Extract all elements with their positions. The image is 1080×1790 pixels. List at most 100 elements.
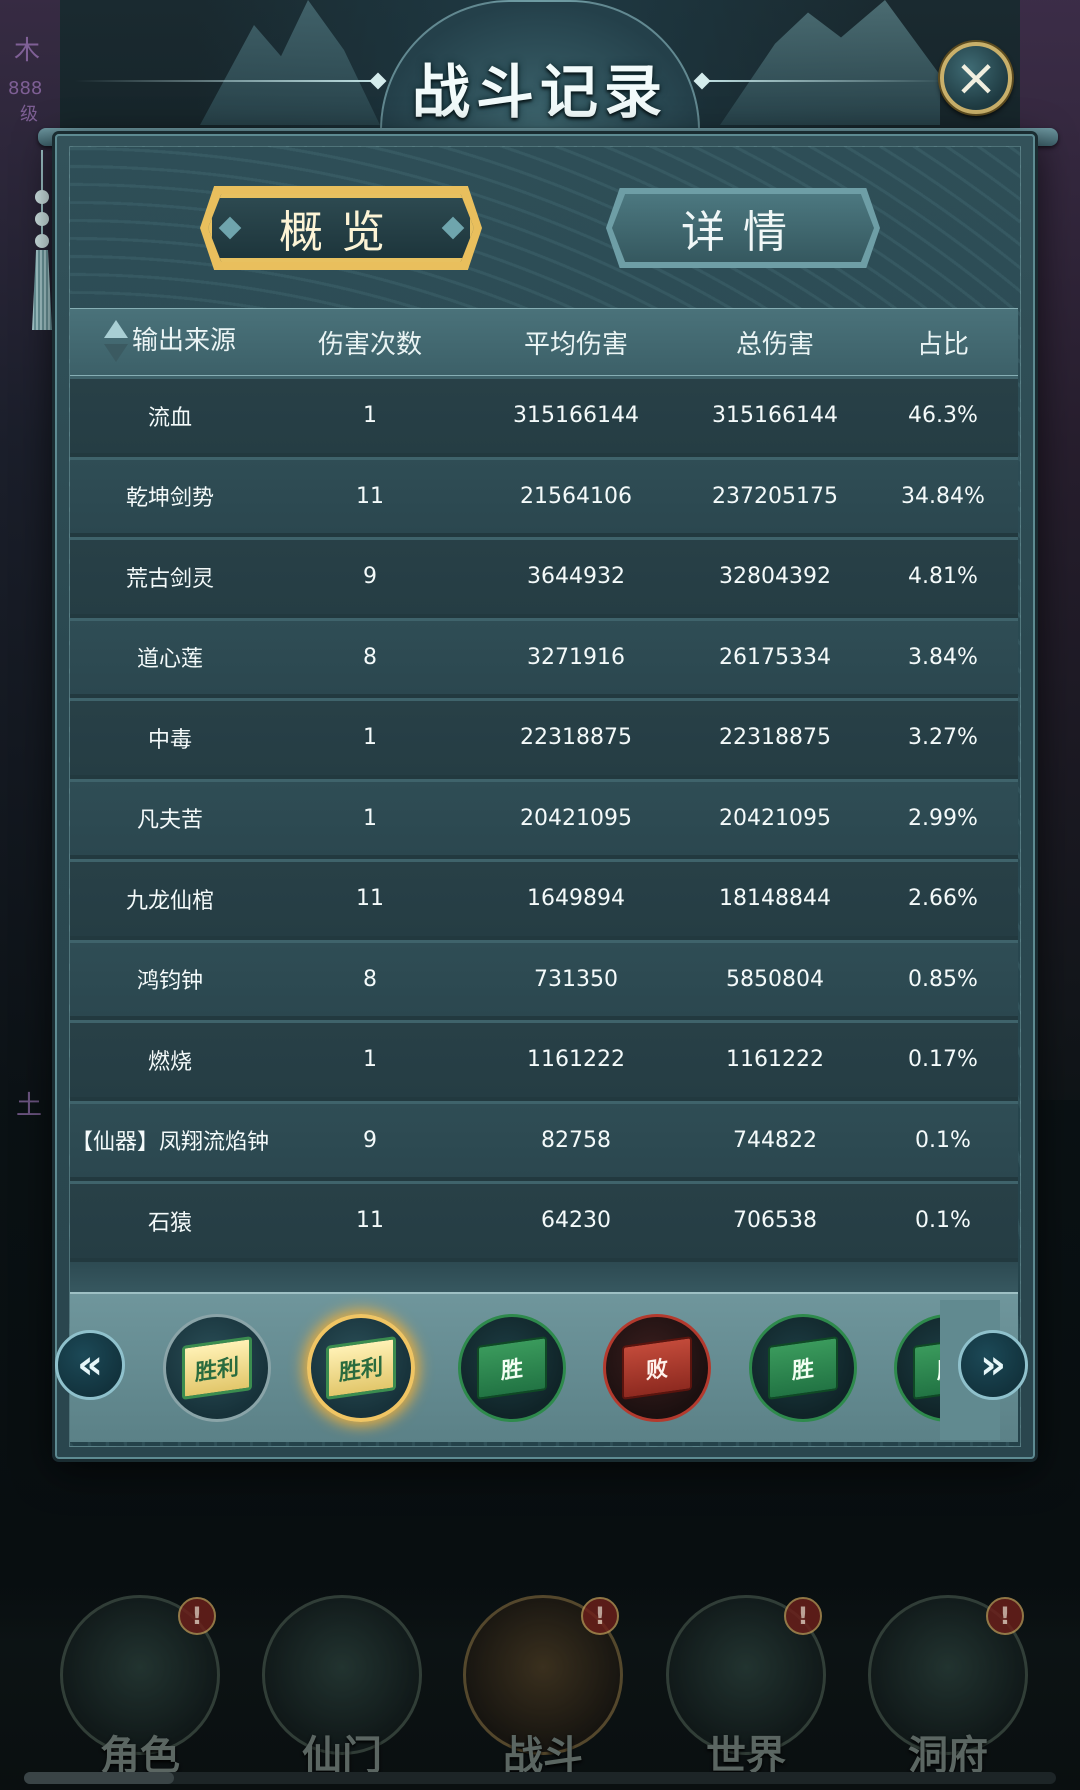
nav-cave[interactable]: ! 洞府 xyxy=(868,1595,1028,1779)
cell-percent: 4.81% xyxy=(908,564,978,590)
battle-record-item[interactable]: 胜 xyxy=(458,1314,566,1422)
cell-percent: 0.17% xyxy=(908,1047,978,1073)
next-battle-button[interactable]: » xyxy=(958,1330,1028,1400)
cell-hits: 1 xyxy=(363,403,377,429)
dialog-title: 战斗记录 xyxy=(411,58,668,126)
cell-total: 20421095 xyxy=(719,805,831,831)
tab-detail-label: 详情 xyxy=(681,207,805,258)
battle-record-item-selected[interactable]: 胜利 xyxy=(307,1314,415,1422)
cell-average: 21564106 xyxy=(520,483,632,509)
header-label: 平均伤害 xyxy=(523,329,628,360)
cell-average: 1649894 xyxy=(527,886,625,912)
cell-total: 32804392 xyxy=(719,564,831,590)
cell-total: 22318875 xyxy=(719,725,831,751)
cell-percent: 46.3% xyxy=(908,403,978,429)
nav-sect[interactable]: 仙门 xyxy=(262,1595,422,1779)
double-chevron-right-icon: » xyxy=(980,1342,1006,1388)
nav-world[interactable]: ! 世界 xyxy=(666,1595,826,1779)
alert-badge: ! xyxy=(581,1597,619,1635)
table-row: 荒古剑灵 9 3644932 32804392 4.81% xyxy=(70,537,1018,618)
header-label: 总伤害 xyxy=(735,329,814,360)
cell-average: 3271916 xyxy=(527,644,625,670)
cell-source: 流血 xyxy=(147,405,192,431)
cell-average: 1161222 xyxy=(527,1047,625,1073)
cell-total: 5850804 xyxy=(726,966,824,992)
header-label: 占比 xyxy=(916,329,969,360)
cell-total: 706538 xyxy=(733,1208,817,1234)
cell-average: 731350 xyxy=(534,966,618,992)
cell-hits: 8 xyxy=(363,644,377,670)
cell-average: 3644932 xyxy=(527,564,625,590)
tab-overview-label: 概览 xyxy=(279,207,403,258)
background-text: 888 xyxy=(8,78,43,99)
battle-record-item[interactable]: 胜利 xyxy=(163,1314,271,1422)
table-row: 石猿 11 64230 706538 0.1% xyxy=(70,1181,1018,1262)
cell-source: 九龙仙棺 xyxy=(125,888,214,914)
nav-battle[interactable]: ! 战斗 xyxy=(463,1595,623,1779)
cell-hits: 11 xyxy=(356,1208,384,1234)
win-book-icon: 胜 xyxy=(477,1336,547,1400)
cell-hits: 11 xyxy=(356,886,384,912)
close-icon: × xyxy=(954,48,998,108)
battle-record-item[interactable]: 胜 xyxy=(749,1314,857,1422)
cell-percent: 34.84% xyxy=(901,483,985,509)
win-book-icon: 胜 xyxy=(768,1336,838,1400)
cell-hits: 9 xyxy=(363,1127,377,1153)
cell-hits: 9 xyxy=(363,564,377,590)
cell-total: 18148844 xyxy=(719,886,831,912)
table-body: 流血 1 315166144 315166144 46.3% 乾坤剑势 11 2… xyxy=(70,376,1018,1262)
cell-total: 1161222 xyxy=(726,1047,824,1073)
close-button[interactable]: × xyxy=(940,42,1012,114)
cell-source: 凡夫苦 xyxy=(136,808,203,834)
title-divider-left xyxy=(75,80,375,82)
cell-total: 237205175 xyxy=(712,483,838,509)
table-row: 【仙器】凤翔流焰钟 9 82758 744822 0.1% xyxy=(70,1100,1018,1181)
nav-character[interactable]: ! 角色 xyxy=(60,1595,220,1779)
table-row: 鸿钧钟 8 731350 5850804 0.85% xyxy=(70,939,1018,1020)
alert-badge: ! xyxy=(986,1597,1024,1635)
cell-percent: 2.99% xyxy=(908,805,978,831)
background-text: 木 xyxy=(14,36,41,66)
cell-percent: 2.66% xyxy=(908,886,978,912)
cell-source: 【仙器】凤翔流焰钟 xyxy=(70,1130,269,1156)
cell-hits: 8 xyxy=(363,966,377,992)
cell-hits: 1 xyxy=(363,805,377,831)
cell-average: 22318875 xyxy=(520,725,632,751)
table-row: 道心莲 8 3271916 26175334 3.84% xyxy=(70,617,1018,698)
cell-percent: 0.1% xyxy=(915,1208,971,1234)
table-row: 流血 1 315166144 315166144 46.3% xyxy=(70,376,1018,457)
cell-hits: 1 xyxy=(363,1047,377,1073)
title-divider-right xyxy=(705,80,945,82)
double-chevron-left-icon: « xyxy=(77,1342,103,1388)
cell-percent: 0.85% xyxy=(908,966,978,992)
home-indicator[interactable] xyxy=(24,1772,1056,1784)
sort-icon xyxy=(103,318,128,366)
cell-average: 20421095 xyxy=(520,805,632,831)
tab-overview[interactable]: 概览 xyxy=(208,194,474,262)
cell-hits: 11 xyxy=(356,483,384,509)
table-row: 凡夫苦 1 20421095 20421095 2.99% xyxy=(70,778,1018,859)
table-header: 输出来源 伤害次数 平均伤害 总伤害 占比 xyxy=(70,308,1018,376)
cell-total: 315166144 xyxy=(712,403,838,429)
header-source-sortable[interactable]: 输出来源 xyxy=(70,318,270,366)
cell-percent: 0.1% xyxy=(915,1127,971,1153)
victory-book-icon: 胜利 xyxy=(326,1336,396,1400)
cell-average: 82758 xyxy=(541,1127,611,1153)
victory-book-icon: 胜利 xyxy=(182,1336,252,1400)
table-row: 中毒 1 22318875 22318875 3.27% xyxy=(70,698,1018,779)
cell-source: 燃烧 xyxy=(147,1049,192,1075)
cell-source: 中毒 xyxy=(147,727,192,753)
loss-book-icon: 败 xyxy=(622,1336,692,1400)
table-row: 乾坤剑势 11 21564106 237205175 34.84% xyxy=(70,456,1018,537)
tab-detail[interactable]: 详情 xyxy=(612,194,874,262)
cell-hits: 1 xyxy=(363,725,377,751)
prev-battle-button[interactable]: « xyxy=(55,1330,125,1400)
table-row: 九龙仙棺 11 1649894 18148844 2.66% xyxy=(70,859,1018,940)
cell-average: 64230 xyxy=(541,1208,611,1234)
header-label: 输出来源 xyxy=(131,326,236,356)
background-text: 级 xyxy=(20,104,38,125)
tassel-decoration xyxy=(30,150,54,330)
cell-source: 石猿 xyxy=(147,1210,192,1236)
background-text: 土 xyxy=(16,1091,43,1121)
battle-record-item[interactable]: 败 xyxy=(603,1314,711,1422)
